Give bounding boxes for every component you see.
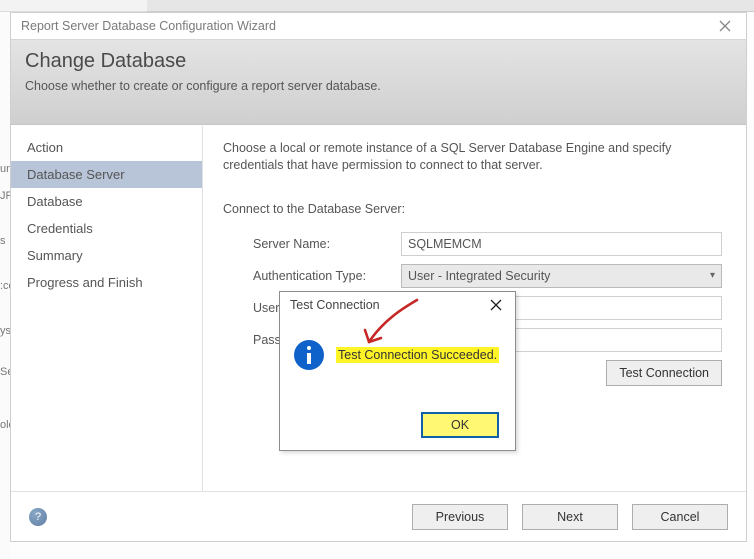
dialog-message: Test Connection Succeeded. — [336, 347, 499, 363]
page-title: Change Database — [25, 50, 732, 73]
close-icon[interactable] — [710, 16, 740, 36]
next-button[interactable]: Next — [522, 504, 618, 530]
wizard-sidebar: Action Database Server Database Credenti… — [11, 126, 203, 491]
wizard-titlebar: Report Server Database Configuration Wiz… — [11, 13, 746, 39]
previous-button[interactable]: Previous — [412, 504, 508, 530]
help-icon[interactable]: ? — [29, 508, 47, 526]
page-subtitle: Choose whether to create or configure a … — [25, 79, 732, 93]
instruction-text: Choose a local or remote instance of a S… — [223, 140, 722, 174]
auth-type-value: User - Integrated Security — [408, 269, 550, 283]
dialog-title: Test Connection — [290, 298, 481, 312]
server-name-label: Server Name: — [223, 237, 401, 251]
wizard-title: Report Server Database Configuration Wiz… — [21, 19, 710, 33]
sidebar-item-credentials[interactable]: Credentials — [11, 215, 202, 242]
server-name-input[interactable] — [401, 232, 722, 256]
subheading: Connect to the Database Server: — [223, 202, 722, 216]
chevron-down-icon: ▾ — [710, 270, 715, 281]
sidebar-item-database[interactable]: Database — [11, 188, 202, 215]
wizard-header: Change Database Choose whether to create… — [11, 39, 746, 125]
auth-type-select[interactable]: User - Integrated Security ▾ — [401, 264, 722, 288]
wizard-window: Report Server Database Configuration Wiz… — [10, 12, 747, 542]
ok-button[interactable]: OK — [421, 412, 499, 438]
close-icon[interactable] — [481, 295, 511, 315]
test-connection-dialog: Test Connection Test Connection Succeede… — [279, 291, 516, 451]
background-cutoff-text: unt JRI s :co ys Se olo — [0, 148, 10, 559]
sidebar-item-action[interactable]: Action — [11, 134, 202, 161]
sidebar-item-summary[interactable]: Summary — [11, 242, 202, 269]
dialog-titlebar: Test Connection — [280, 292, 515, 318]
cancel-button[interactable]: Cancel — [632, 504, 728, 530]
sidebar-item-database-server[interactable]: Database Server — [11, 161, 202, 188]
sidebar-item-progress[interactable]: Progress and Finish — [11, 269, 202, 296]
wizard-footer: ? Previous Next Cancel — [11, 491, 746, 541]
test-connection-button[interactable]: Test Connection — [606, 360, 722, 386]
auth-type-label: Authentication Type: — [223, 269, 401, 283]
info-icon — [294, 340, 324, 370]
